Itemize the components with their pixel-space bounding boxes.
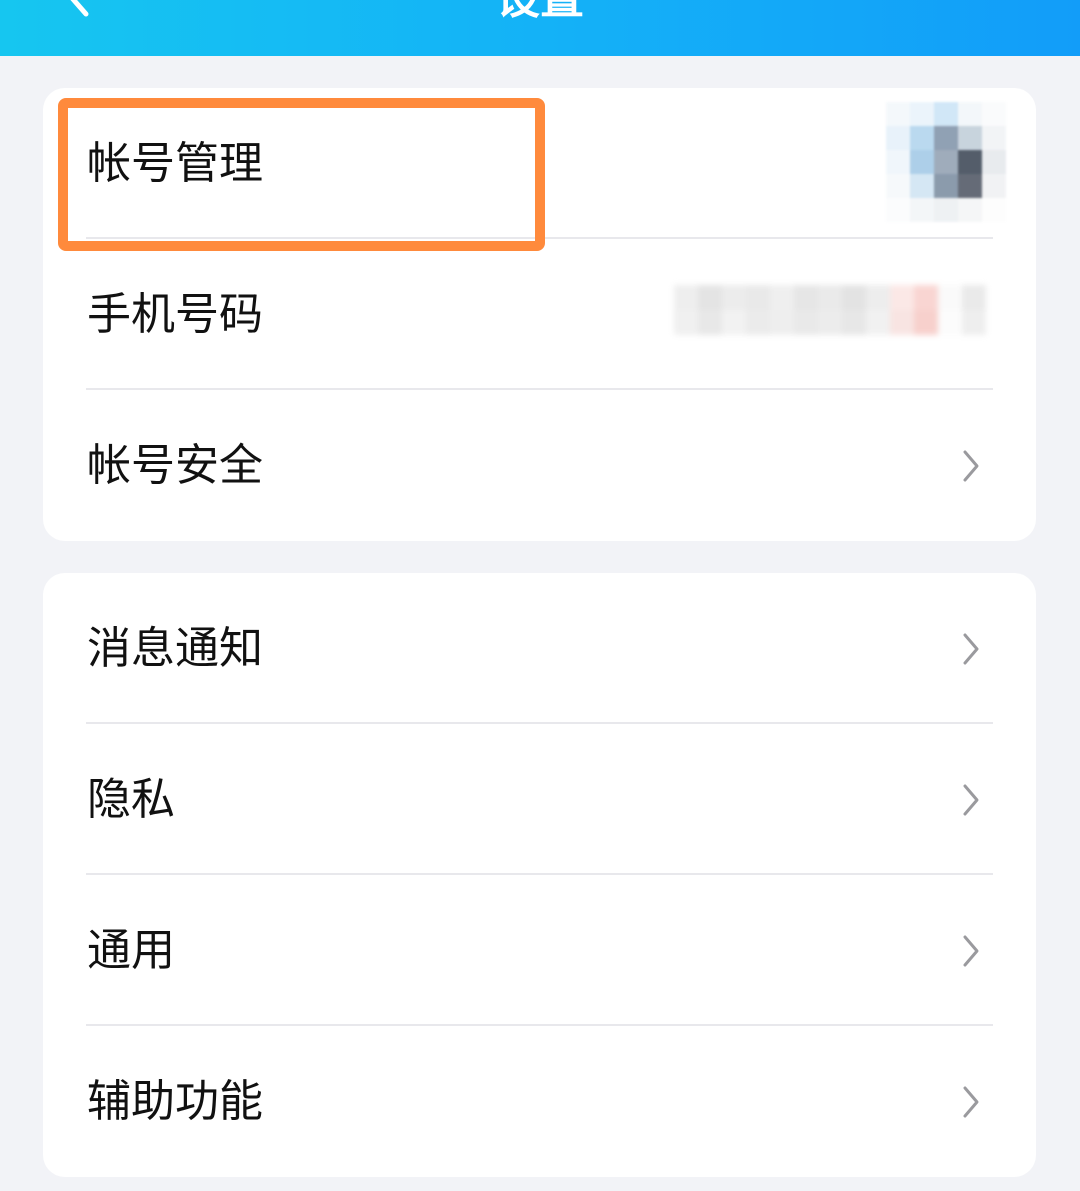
header-bar: 设置 <box>0 0 1080 56</box>
settings-item-phone-number[interactable]: 手机号码 <box>43 239 1036 390</box>
settings-item-privacy[interactable]: 隐私 <box>43 724 1036 875</box>
masked-phone-number <box>674 285 986 335</box>
settings-item-label: 帐号安全 <box>87 440 263 491</box>
chevron-right-icon <box>963 633 979 665</box>
page-title: 设置 <box>0 0 1080 24</box>
settings-item-label: 辅助功能 <box>87 1076 263 1127</box>
general-settings-group: 消息通知 隐私 通用 辅助功能 <box>43 573 1036 1177</box>
settings-item-label: 消息通知 <box>87 623 263 674</box>
settings-item-accessibility[interactable]: 辅助功能 <box>43 1026 1036 1177</box>
settings-item-account-management[interactable]: 帐号管理 <box>43 88 1036 239</box>
settings-item-general[interactable]: 通用 <box>43 875 1036 1026</box>
settings-item-notifications[interactable]: 消息通知 <box>43 573 1036 724</box>
settings-item-label: 通用 <box>87 925 175 976</box>
chevron-right-icon <box>963 450 979 482</box>
settings-item-label: 隐私 <box>87 774 175 825</box>
account-settings-group: 帐号管理 手机号码 帐号安全 <box>43 88 1036 541</box>
avatar <box>886 102 1006 222</box>
settings-item-label: 帐号管理 <box>87 138 263 189</box>
settings-item-account-security[interactable]: 帐号安全 <box>43 390 1036 541</box>
chevron-right-icon <box>963 784 979 816</box>
chevron-right-icon <box>963 1086 979 1118</box>
settings-item-label: 手机号码 <box>87 289 263 340</box>
chevron-right-icon <box>963 935 979 967</box>
